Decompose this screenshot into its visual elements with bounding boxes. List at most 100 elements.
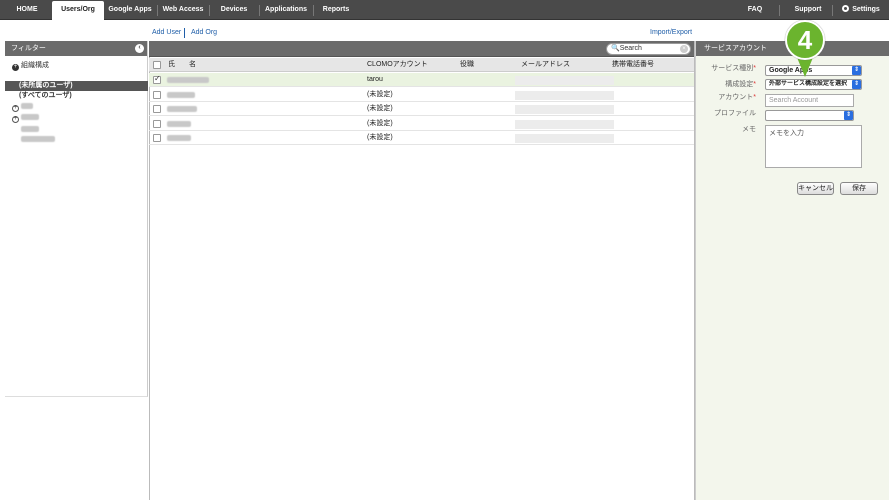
row-checkbox[interactable] <box>153 91 161 99</box>
nav-settings-link[interactable]: Settings <box>838 0 884 20</box>
add-org-link[interactable]: Add Org <box>191 29 217 36</box>
nav-tab-web-access[interactable]: Web Access <box>160 0 206 20</box>
header-title[interactable]: 役職 <box>460 58 474 72</box>
account-label-text: アカウント <box>718 94 754 101</box>
filter-panel: フィルター ‹ + 組織構成 (未所属のユーザ) (すべてのユーザ) + + <box>5 41 148 397</box>
clear-icon[interactable]: × <box>680 45 688 53</box>
memo-textarea[interactable]: メモを入力 <box>765 125 862 168</box>
user-name-redacted <box>167 106 197 112</box>
config-label-text: 構成設定 <box>725 81 754 88</box>
config-label: 構成設定* <box>696 79 756 89</box>
table-row[interactable]: tarou <box>149 73 694 87</box>
user-name-redacted <box>167 121 191 127</box>
memo-label: メモ <box>742 126 756 133</box>
service-type-label: サービス種別* <box>696 63 756 73</box>
profile-label: プロファイル <box>714 110 756 117</box>
org-root-item[interactable]: + 組織構成 <box>5 61 148 71</box>
config-select[interactable]: 外部サービス構成設定を選択 ⇕ <box>765 79 862 90</box>
row-email-field <box>515 105 614 114</box>
step-marker-badge: 4 <box>785 20 825 60</box>
select-all-checkbox[interactable] <box>153 61 161 69</box>
nav-divider <box>779 5 780 16</box>
expand-icon[interactable]: + <box>12 64 19 71</box>
table-row[interactable]: (未設定) <box>149 88 694 102</box>
search-icon: 🔍 <box>611 45 620 52</box>
service-account-panel: サービスアカウント サービス種別* Google Apps ⇕ 構成設定* 外部… <box>695 41 889 500</box>
org-item[interactable] <box>5 135 148 145</box>
account-search-input[interactable]: Search Account <box>765 94 854 107</box>
save-button[interactable]: 保存 <box>840 182 878 195</box>
expand-icon[interactable]: + <box>12 105 19 112</box>
table-row[interactable]: (未設定) <box>149 102 694 116</box>
search-input[interactable]: 🔍Search × <box>606 43 691 55</box>
table-row[interactable]: (未設定) <box>149 131 694 145</box>
top-navigation: HOME Users/Org Google Apps Web Access De… <box>0 0 889 20</box>
row-email-field <box>515 76 614 85</box>
nav-tab-applications[interactable]: Applications <box>262 0 310 20</box>
nav-support-link[interactable]: Support <box>788 0 828 20</box>
cancel-button[interactable]: キャンセル <box>797 182 834 195</box>
row-email-field <box>515 91 614 100</box>
nav-divider <box>313 5 314 16</box>
org-name-redacted <box>21 136 55 143</box>
nav-faq-link[interactable]: FAQ <box>740 0 770 20</box>
row-clomo-account: (未設定) <box>367 105 393 112</box>
search-placeholder: Search <box>619 45 642 52</box>
table-row[interactable]: (未設定) <box>149 117 694 131</box>
chevron-left-icon[interactable]: ‹ <box>135 44 144 53</box>
filter-unassigned-users[interactable]: (未所属のユーザ) <box>5 81 148 91</box>
row-email-field <box>515 120 614 129</box>
header-first-name[interactable]: 名 <box>189 58 196 72</box>
required-mark: * <box>753 65 756 72</box>
nav-tab-devices[interactable]: Devices <box>212 0 256 20</box>
user-name-redacted <box>167 135 191 141</box>
org-item[interactable]: + <box>5 113 148 123</box>
required-mark: * <box>753 94 756 101</box>
filter-header: フィルター ‹ <box>5 41 147 56</box>
nav-divider <box>209 5 210 16</box>
dropdown-arrow-icon: ⇕ <box>852 80 861 89</box>
row-clomo-account: (未設定) <box>367 91 393 98</box>
row-checkbox[interactable] <box>153 105 161 113</box>
header-last-name[interactable]: 氏 <box>168 58 175 72</box>
nav-tab-reports[interactable]: Reports <box>316 0 356 20</box>
org-name-redacted <box>21 103 33 110</box>
nav-divider <box>259 5 260 16</box>
profile-select[interactable]: ⇕ <box>765 110 854 121</box>
org-item[interactable]: + <box>5 102 148 112</box>
row-clomo-account: tarou <box>367 76 383 83</box>
row-clomo-account: (未設定) <box>367 134 393 141</box>
config-value: 外部サービス構成設定を選択 <box>769 81 848 87</box>
add-user-link[interactable]: Add User <box>152 29 181 36</box>
nav-divider <box>832 5 833 16</box>
required-mark: * <box>753 81 756 88</box>
account-label: アカウント* <box>696 92 756 102</box>
service-type-label-text: サービス種別 <box>711 65 754 72</box>
table-header: 氏 名 CLOMOアカウント 役職 メールアドレス 携帯電話番号 <box>149 58 694 72</box>
user-name-redacted <box>167 77 209 83</box>
nav-tab-users-org[interactable]: Users/Org <box>52 1 104 20</box>
row-checkbox[interactable] <box>153 120 161 128</box>
header-email[interactable]: メールアドレス <box>521 58 570 72</box>
gear-icon <box>842 5 850 12</box>
row-checkbox[interactable] <box>153 134 161 142</box>
link-divider <box>184 28 185 38</box>
filter-title: フィルター <box>11 45 46 52</box>
header-mobile[interactable]: 携帯電話番号 <box>612 58 654 72</box>
expand-icon[interactable]: + <box>12 116 19 123</box>
user-name-redacted <box>167 92 195 98</box>
import-export-link[interactable]: Import/Export <box>650 29 692 36</box>
org-root-label: 組織構成 <box>21 62 49 69</box>
settings-label: Settings <box>852 6 880 13</box>
filter-all-users[interactable]: (すべてのユーザ) <box>5 91 148 101</box>
row-checkbox[interactable] <box>153 74 161 84</box>
nav-tab-google-apps[interactable]: Google Apps <box>106 0 154 20</box>
dropdown-arrow-icon: ⇕ <box>844 111 853 120</box>
nav-divider <box>157 5 158 16</box>
nav-tab-home[interactable]: HOME <box>6 0 48 20</box>
org-name-redacted <box>21 126 39 133</box>
header-clomo-account[interactable]: CLOMOアカウント <box>367 58 428 72</box>
row-email-field <box>515 134 614 143</box>
org-name-redacted <box>21 114 39 121</box>
org-item[interactable] <box>5 125 148 135</box>
